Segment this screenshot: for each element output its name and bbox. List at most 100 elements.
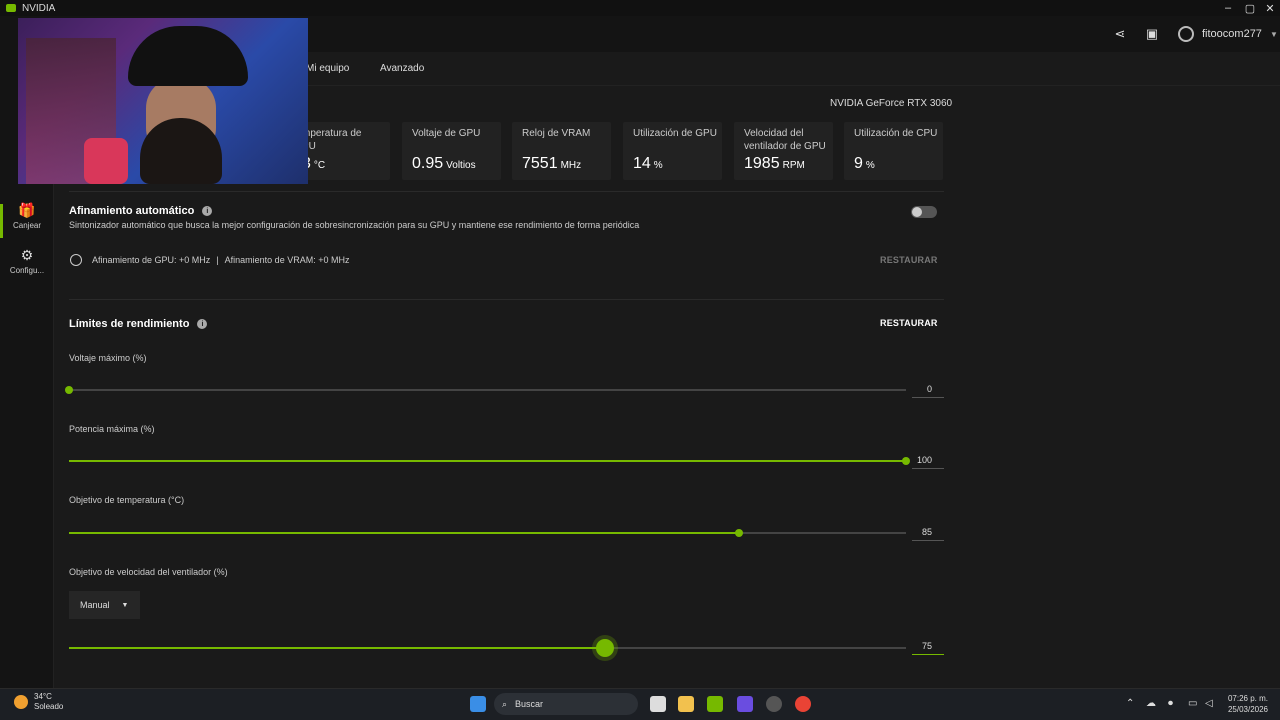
limits-restore-button[interactable]: RESTAURAR (880, 318, 938, 328)
minimize-button[interactable]: – (1218, 0, 1238, 16)
app-icon[interactable] (766, 696, 782, 712)
search-icon: ⌕ (502, 698, 508, 709)
fan-target-label: Objetivo de velocidad del ventilador (%) (69, 567, 228, 577)
maximize-button[interactable]: ▢ (1240, 0, 1260, 16)
stat-card-gpu-voltage: Voltaje de GPU 0.95 Voltios (402, 122, 501, 180)
slider-fill (69, 532, 739, 534)
feedback-icon[interactable]: ▣ (1144, 26, 1160, 42)
cloud-icon[interactable]: ☁ (1146, 698, 1156, 709)
task-view-icon[interactable] (650, 696, 666, 712)
max-power-value[interactable]: 100 (912, 455, 944, 469)
window-title: NVIDIA (22, 2, 56, 14)
auto-tune-description: Sintonizador automático que busca la mej… (69, 220, 640, 230)
stat-label: Velocidad del ventilador de GPU (744, 128, 826, 152)
weather-desc: Soleado (34, 702, 64, 711)
volume-icon[interactable]: ◁ (1205, 698, 1213, 709)
divider (69, 191, 944, 192)
fan-mode-value: Manual (80, 600, 110, 610)
gear-icon: ⚙ (20, 247, 34, 263)
max-power-slider[interactable] (69, 457, 910, 465)
weather-widget[interactable]: 34°C Soleado (14, 692, 63, 712)
sidebar-item-configuracion[interactable]: ⚙ Configu... (0, 247, 54, 275)
stat-value: 0.95 Voltios (412, 155, 476, 172)
gpu-tune-value: Afinamiento de GPU: +0 MHz (92, 255, 211, 265)
nvidia-logo-icon (6, 4, 16, 12)
limits-title-text: Límites de rendimiento (69, 318, 190, 330)
temp-target-label: Objetivo de temperatura (°C) (69, 495, 185, 505)
stat-label: Reloj de VRAM (522, 128, 591, 139)
clock-date: 25/03/2026 (1227, 705, 1268, 714)
network-icon[interactable]: ▭ (1188, 698, 1197, 709)
stat-label: mperatura de PU (302, 128, 362, 152)
chevron-down-icon: ▼ (121, 601, 129, 609)
auto-tune-title-text: Afinamiento automático (69, 205, 195, 217)
stat-value: 14% (633, 155, 663, 172)
taskbar-search[interactable]: ⌕ Buscar (494, 693, 638, 715)
microphone-icon[interactable]: ⏺ (1168, 698, 1173, 709)
fan-target-value[interactable]: 75 (912, 641, 944, 655)
stat-label: Utilización de CPU (854, 128, 938, 139)
stat-label: Utilización de GPU (633, 128, 717, 139)
sidebar-item-canjear[interactable]: 🎁 Canjear (0, 202, 54, 230)
divider (69, 299, 944, 300)
tab-avanzado[interactable]: Avanzado (380, 63, 424, 74)
slider-thumb[interactable] (595, 639, 614, 657)
nvidia-app-icon[interactable] (707, 696, 723, 712)
auto-tune-title: Afinamiento automático i (69, 205, 213, 217)
sidebar-item-label: Configu... (9, 266, 45, 275)
webcam-overlay (18, 18, 308, 184)
stat-card-cpu-utilization: Utilización de CPU 9% (844, 122, 943, 180)
username: fitoocom277 (1202, 28, 1262, 40)
gift-icon: 🎁 (18, 202, 36, 218)
info-icon[interactable]: i (197, 319, 208, 329)
slider-fill (69, 647, 605, 649)
sun-icon (14, 695, 28, 709)
clock-time: 07:26 p. m. (1227, 694, 1268, 703)
stat-value: 1985 RPM (744, 155, 805, 172)
weather-temp: 34°C (34, 692, 52, 701)
avatar (1178, 26, 1194, 42)
fan-target-slider[interactable] (69, 639, 906, 657)
close-button[interactable]: ✕ (1260, 0, 1280, 16)
taskbar (0, 688, 1280, 720)
max-voltage-label: Voltaje máximo (%) (69, 353, 147, 363)
slider-thumb[interactable] (65, 386, 73, 394)
vram-tune-value: Afinamiento de VRAM: +0 MHz (224, 255, 350, 265)
temp-target-slider[interactable] (69, 529, 906, 537)
gpu-name: NVIDIA GeForce RTX 3060 (830, 98, 953, 109)
fan-mode-dropdown[interactable]: Manual ▼ (69, 591, 140, 619)
search-placeholder: Buscar (515, 699, 544, 709)
info-icon[interactable]: i (202, 206, 213, 216)
title-bar: NVIDIA (0, 0, 1280, 16)
max-voltage-slider[interactable] (65, 386, 906, 394)
max-power-label: Potencia máxima (%) (69, 424, 155, 434)
file-explorer-icon[interactable] (678, 696, 694, 712)
slider-thumb[interactable] (902, 457, 910, 465)
auto-tune-toggle[interactable] (911, 206, 937, 218)
taskbar-clock[interactable]: 07:26 p. m. 25/03/2026 (1222, 693, 1268, 715)
stat-card-gpu-utilization: Utilización de GPU 14% (623, 122, 722, 180)
sidebar-item-label: Canjear (12, 221, 41, 230)
stat-label: Voltaje de GPU (412, 128, 481, 139)
slider-fill (69, 460, 906, 462)
temp-target-value[interactable]: 85 (912, 527, 944, 541)
stat-card-fan-speed: Velocidad del ventilador de GPU 1985 RPM (734, 122, 833, 180)
stat-card-vram-clock: Reloj de VRAM 7551 MHz (512, 122, 611, 180)
auto-tune-restore-button[interactable]: RESTAURAR (880, 255, 938, 265)
gauge-icon (70, 254, 82, 266)
slider-thumb[interactable] (734, 529, 743, 537)
tune-status-row: Afinamiento de GPU: +0 MHz | Afinamiento… (70, 254, 349, 266)
tab-mi-equipo[interactable]: Mi equipo (306, 63, 349, 74)
max-voltage-value[interactable]: 0 (912, 384, 944, 398)
windows-start-icon[interactable] (470, 696, 486, 712)
app-grid-icon[interactable] (737, 696, 753, 712)
limits-title: Límites de rendimiento i (69, 318, 208, 330)
chevron-up-icon[interactable]: ⌃ (1126, 698, 1134, 709)
chrome-icon[interactable] (795, 696, 811, 712)
stat-value: 7551 MHz (522, 155, 582, 172)
stat-value: 9% (854, 155, 875, 172)
tune-separator: | (216, 255, 219, 265)
chevron-down-icon: ▼ (1269, 29, 1278, 39)
user-menu[interactable]: fitoocom277 ▼ (1178, 26, 1278, 42)
share-icon[interactable]: ⋖ (1112, 26, 1128, 42)
